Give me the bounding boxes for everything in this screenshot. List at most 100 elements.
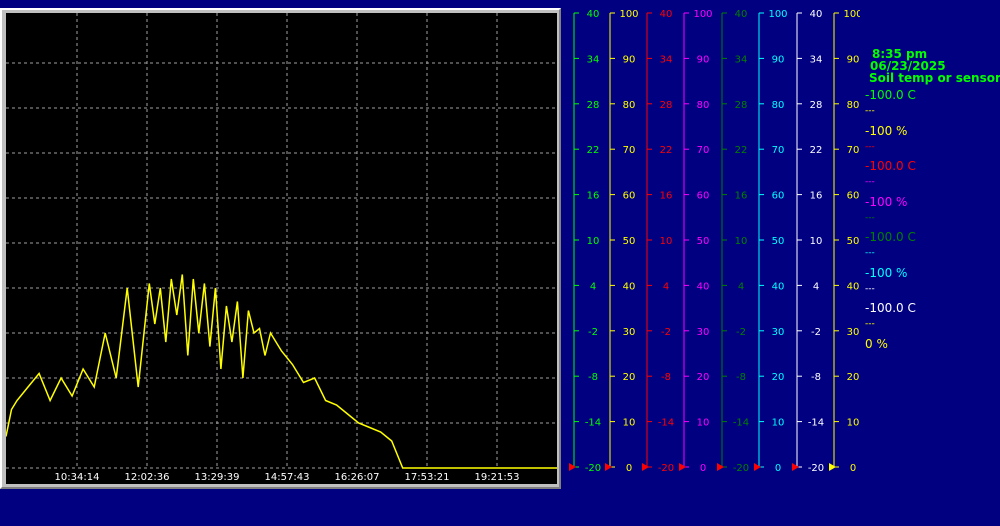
y-tick-label: -8 xyxy=(736,372,746,383)
y-tick-label: 34 xyxy=(735,54,748,65)
readout-value: -100 % xyxy=(865,265,908,280)
readout-dashes: --- xyxy=(865,248,875,258)
y-tick-label: 50 xyxy=(772,236,785,247)
y-tick-label: 80 xyxy=(697,100,710,111)
readout-value: -100.0 C xyxy=(865,88,916,102)
y-tick-label: 80 xyxy=(623,100,636,111)
y-tick-label: -2 xyxy=(661,327,671,338)
y-tick-label: 10 xyxy=(735,236,748,247)
y-axis: 40 34 28 22 16 10 4 -2 -8 -14 -20 xyxy=(717,9,749,474)
y-tick-label: 80 xyxy=(847,100,860,111)
y-tick-label: 28 xyxy=(660,100,673,111)
y-tick-label: 40 xyxy=(772,281,785,292)
y-tick-label: 16 xyxy=(587,191,600,202)
y-tick-label: 10 xyxy=(697,418,710,429)
y-tick-label: 60 xyxy=(697,191,710,202)
y-tick-label: 4 xyxy=(590,281,596,292)
y-tick-label: 30 xyxy=(847,327,860,338)
y-tick-label: 40 xyxy=(660,9,673,20)
y-tick-label: -2 xyxy=(811,327,821,338)
y-tick-label: -14 xyxy=(733,418,749,429)
readout-value: -100.0 C xyxy=(865,230,916,244)
axis-marker-icon xyxy=(792,463,799,471)
y-tick-label: 60 xyxy=(772,191,785,202)
readout-value: -100 % xyxy=(865,123,908,138)
y-tick-label: 70 xyxy=(847,145,860,156)
y-tick-label: 90 xyxy=(623,54,636,65)
y-axis: 1009080706050403020100 xyxy=(754,9,788,474)
y-tick-label: 22 xyxy=(587,145,600,156)
y-tick-label: 10 xyxy=(587,236,600,247)
y-tick-label: 0 xyxy=(700,463,706,474)
y-axes-panel: 4034282216104-2-8-14-2010090807060504030… xyxy=(569,9,860,474)
y-tick-label: 20 xyxy=(847,372,860,383)
y-tick-label: 80 xyxy=(772,100,785,111)
y-tick-label: 10 xyxy=(847,418,860,429)
y-tick-label: 50 xyxy=(623,236,636,247)
axis-marker-icon xyxy=(754,463,761,471)
y-tick-label: 22 xyxy=(810,145,823,156)
y-axis: 1009080706050403020100 xyxy=(679,9,713,474)
y-tick-label: 10 xyxy=(810,236,823,247)
y-tick-label: 90 xyxy=(772,54,785,65)
y-axis: 1009080706050403020100 xyxy=(829,9,860,474)
readout-dashes: --- xyxy=(865,212,875,223)
y-tick-label: 20 xyxy=(623,372,636,383)
readout-sensor-name: Soil temp or sensor 1 xyxy=(869,71,1000,85)
y-tick-label: 70 xyxy=(697,145,710,156)
y-tick-label: -2 xyxy=(736,327,746,338)
y-tick-label: 4 xyxy=(813,281,819,292)
y-tick-label: 10 xyxy=(660,236,673,247)
y-tick-label: -14 xyxy=(658,418,674,429)
y-tick-label: -20 xyxy=(808,463,824,474)
y-tick-label: -20 xyxy=(658,463,674,474)
axis-marker-icon xyxy=(717,463,724,471)
readout-value: -100.0 C xyxy=(865,159,916,173)
y-tick-label: 70 xyxy=(623,145,636,156)
y-tick-label: 40 xyxy=(623,281,636,292)
y-tick-label: -20 xyxy=(733,463,749,474)
y-tick-label: 16 xyxy=(735,191,748,202)
y-tick-label: 10 xyxy=(623,418,636,429)
readout-dashes: --- xyxy=(865,106,875,116)
y-tick-label: 28 xyxy=(587,100,600,111)
axis-marker-icon xyxy=(605,463,612,471)
y-tick-label: 0 xyxy=(626,463,632,474)
readout-value: 0 % xyxy=(865,336,888,351)
y-tick-label: 40 xyxy=(810,9,823,20)
readout-value: -100.0 C xyxy=(865,301,916,315)
y-tick-label: -2 xyxy=(588,327,598,338)
y-tick-label: 34 xyxy=(810,54,823,65)
y-tick-label: 0 xyxy=(775,463,781,474)
y-tick-label: 22 xyxy=(660,145,673,156)
y-tick-label: -20 xyxy=(585,463,601,474)
readout-dashes: --- xyxy=(865,283,875,294)
y-tick-label: 0 xyxy=(850,463,856,474)
y-tick-label: 34 xyxy=(587,54,600,65)
axis-marker-icon xyxy=(679,463,686,471)
y-tick-label: 28 xyxy=(810,100,823,111)
y-tick-label: 40 xyxy=(587,9,600,20)
y-tick-label: 70 xyxy=(772,145,785,156)
y-tick-label: -8 xyxy=(588,372,598,383)
y-tick-label: -14 xyxy=(585,418,601,429)
y-tick-label: 60 xyxy=(847,191,860,202)
y-tick-label: 4 xyxy=(663,281,669,292)
y-tick-label: 16 xyxy=(810,191,823,202)
y-tick-label: -8 xyxy=(811,372,821,383)
y-axis: 40 34 28 22 16 10 4 -2 -8 -14 -20 xyxy=(642,9,674,474)
y-tick-label: 100 xyxy=(619,9,638,20)
y-axis: 40 34 28 22 16 10 4 -2 -8 -14 -20 xyxy=(792,9,824,474)
axis-marker-icon xyxy=(642,463,649,471)
y-tick-label: 34 xyxy=(660,54,673,65)
y-tick-label: 30 xyxy=(772,327,785,338)
y-tick-label: 30 xyxy=(697,327,710,338)
readout-dashes: --- xyxy=(865,177,875,187)
y-tick-label: 90 xyxy=(697,54,710,65)
y-tick-label: 50 xyxy=(697,236,710,247)
y-tick-label: -8 xyxy=(661,372,671,383)
y-tick-label: 60 xyxy=(623,191,636,202)
y-tick-label: 10 xyxy=(772,418,785,429)
y-tick-label: 28 xyxy=(735,100,748,111)
readout-dashes: --- xyxy=(865,319,875,329)
